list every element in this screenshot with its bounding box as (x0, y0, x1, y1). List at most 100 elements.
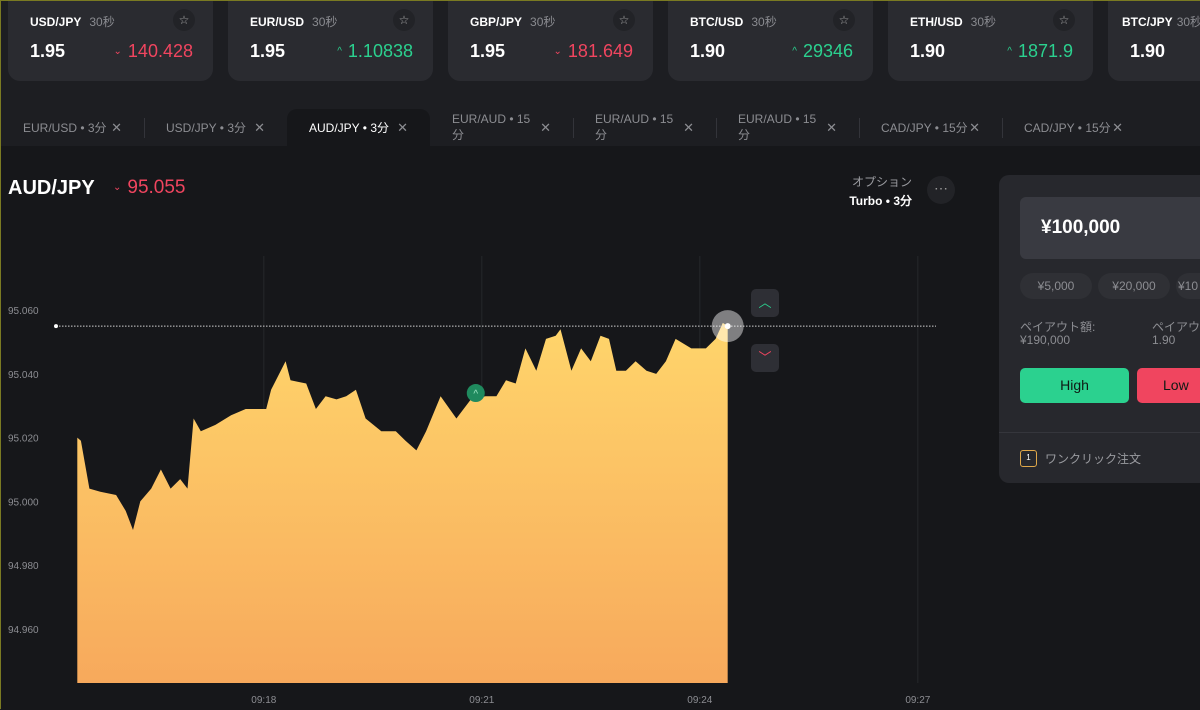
ticker-symbol: EUR/USD 30秒 (250, 13, 337, 30)
ticker-symbol: GBP/JPY 30秒 (470, 13, 555, 30)
payout-value: ¥190,000 (1020, 333, 1071, 347)
y-tick-label: 95.020 (8, 434, 39, 445)
chevron-down-button[interactable]: ﹀ (751, 344, 779, 372)
ticker-symbol: ETH/USD 30秒 (910, 13, 996, 30)
symbol-text: BTC/JPY (1122, 15, 1173, 29)
star-icon[interactable]: ☆ (613, 9, 635, 31)
asset-price: ⌄ 95.055 (113, 177, 186, 199)
asset-tab[interactable]: EUR/AUD • 15分 ✕ (430, 109, 573, 146)
period-text: 30秒 (530, 15, 556, 29)
y-tick-label: 95.060 (8, 306, 39, 317)
chart-area: 09:18 09:21 09:24 09:27 94.960 94.980 95.000 95… (1, 146, 1200, 710)
x-tick-label: 09:27 (905, 695, 930, 706)
ticker-price: ^ 1871.9 (1007, 41, 1073, 62)
tab-label: CAD/JPY • 15分 (881, 121, 968, 135)
asset-tab[interactable]: EUR/USD • 3分 ✕ (1, 109, 144, 146)
price-text: 1.10838 (347, 41, 413, 61)
close-icon[interactable]: ✕ (969, 120, 980, 136)
y-tick-label: 95.040 (8, 370, 39, 381)
amount-input[interactable]: ¥100,000 (1020, 197, 1200, 259)
current-price-dot (724, 323, 731, 330)
tab-label: AUD/JPY • 3分 (309, 121, 390, 135)
tab-label: EUR/AUD • 15分 (595, 112, 674, 142)
ticker-symbol: USD/JPY 30秒 (30, 13, 115, 30)
one-click-order-toggle[interactable]: 1 ワンクリック注文 (999, 432, 1200, 484)
period-text: 30秒 (1176, 15, 1200, 29)
close-icon[interactable]: ✕ (111, 120, 122, 136)
amount-chips: ¥5,000 ¥20,000 ¥10 (1020, 273, 1200, 299)
payout-rate: 1.95 (250, 41, 286, 61)
price-chart[interactable]: 09:18 09:21 09:24 09:27 94.960 94.980 95.000 95… (1, 146, 1001, 710)
payout-rate: 1.95 (470, 41, 506, 61)
ticker-price: ⌄ 181.649 (554, 41, 633, 62)
asset-tab[interactable]: EUR/AUD • 15分 ✕ (716, 109, 859, 146)
option-label: オプション (851, 175, 912, 189)
more-options-button[interactable]: ⋯ (927, 176, 955, 204)
payout-rate: 1.90 (690, 41, 726, 61)
asset-tab[interactable]: EUR/AUD • 15分 ✕ (573, 109, 716, 146)
x-tick-label: 09:18 (251, 695, 276, 706)
star-icon[interactable]: ☆ (833, 9, 855, 31)
price-text: 140.428 (127, 41, 193, 61)
down-arrow-icon: ⌄ (113, 182, 122, 193)
star-icon[interactable]: ☆ (1053, 9, 1075, 31)
amount-chip[interactable]: ¥20,000 (1098, 273, 1170, 299)
ticker-price: ⌄ 140.428 (114, 41, 193, 62)
up-arrow-icon: ^ (1007, 46, 1012, 57)
asset-tab[interactable]: CAD/JPY • 15分 ✕ (859, 109, 1002, 146)
one-click-label: ワンクリック注文 (1045, 452, 1142, 466)
one-click-icon: 1 (1020, 450, 1037, 467)
ticker-card[interactable]: USD/JPY 30秒 ☆ 1.95 ⌄ 140.428 (8, 1, 213, 81)
y-tick-label: 95.000 (8, 497, 39, 508)
price-text: 29346 (802, 41, 853, 61)
price-text: 1871.9 (1017, 41, 1073, 61)
down-arrow-icon: ⌄ (553, 46, 562, 57)
tab-label: EUR/USD • 3分 (23, 121, 107, 135)
period-text: 30秒 (970, 15, 997, 29)
close-icon[interactable]: ✕ (683, 120, 694, 136)
close-icon[interactable]: ✕ (540, 120, 551, 136)
tab-label: EUR/AUD • 15分 (738, 112, 817, 142)
ticker-card[interactable]: EUR/USD 30秒 ☆ 1.95 ^ 1.10838 (228, 1, 433, 81)
rate-value: 1.90 (1152, 333, 1176, 347)
close-icon[interactable]: ✕ (397, 120, 408, 136)
asset-tabs: EUR/USD • 3分 ✕ USD/JPY • 3分 ✕ AUD/JPY • 3分 ✕ E… (1, 109, 1145, 146)
x-tick-label: 09:24 (687, 695, 712, 706)
symbol-text: BTC/USD (690, 15, 744, 29)
tab-label: EUR/AUD • 15分 (452, 112, 531, 142)
option-type: Turbo • 3分 (849, 194, 912, 208)
ticker-card[interactable]: BTC/USD 30秒 ☆ 1.90 ^ 29346 (668, 1, 873, 81)
close-icon[interactable]: ✕ (1112, 120, 1123, 136)
high-button[interactable]: High (1020, 368, 1129, 403)
low-button[interactable]: Low (1137, 368, 1200, 403)
price-text: 181.649 (567, 41, 633, 61)
star-icon[interactable]: ☆ (393, 9, 415, 31)
ticker-card[interactable]: ETH/USD 30秒 ☆ 1.90 ^ 1871.9 (888, 1, 1093, 81)
close-icon[interactable]: ✕ (254, 120, 265, 136)
close-icon[interactable]: ✕ (826, 120, 837, 136)
up-arrow-icon: ^ (792, 46, 797, 57)
ticker-card[interactable]: BTC/JPY 30秒 1.90 (1108, 1, 1200, 81)
option-info[interactable]: オプション Turbo • 3分 (849, 173, 912, 211)
tab-label: CAD/JPY • 15分 (1024, 121, 1111, 135)
tab-label: USD/JPY • 3分 (166, 121, 247, 135)
asset-tab[interactable]: USD/JPY • 3分 ✕ (144, 109, 287, 146)
payout-rate: 1.95 (30, 41, 66, 61)
chevron-up-button[interactable]: ︿ (751, 289, 779, 317)
down-arrow-icon: ⌄ (113, 46, 122, 57)
period-text: 30秒 (312, 15, 338, 29)
period-text: 30秒 (89, 15, 115, 29)
ticker-price: ^ 29346 (792, 41, 853, 62)
y-tick-label: 94.980 (8, 561, 39, 572)
symbol-text: USD/JPY (30, 15, 82, 29)
star-icon[interactable]: ☆ (173, 9, 195, 31)
x-tick-label: 09:21 (469, 695, 494, 706)
ticker-price: ^ 1.10838 (337, 41, 413, 62)
ticker-card[interactable]: GBP/JPY 30秒 ☆ 1.95 ⌄ 181.649 (448, 1, 653, 81)
asset-title: AUD/JPY (8, 177, 95, 199)
symbol-text: EUR/USD (250, 15, 305, 29)
amount-chip[interactable]: ¥5,000 (1020, 273, 1092, 299)
asset-tab[interactable]: CAD/JPY • 15分 ✕ (1002, 109, 1145, 146)
amount-chip[interactable]: ¥10 (1176, 273, 1200, 299)
asset-tab[interactable]: AUD/JPY • 3分 ✕ (287, 109, 430, 146)
